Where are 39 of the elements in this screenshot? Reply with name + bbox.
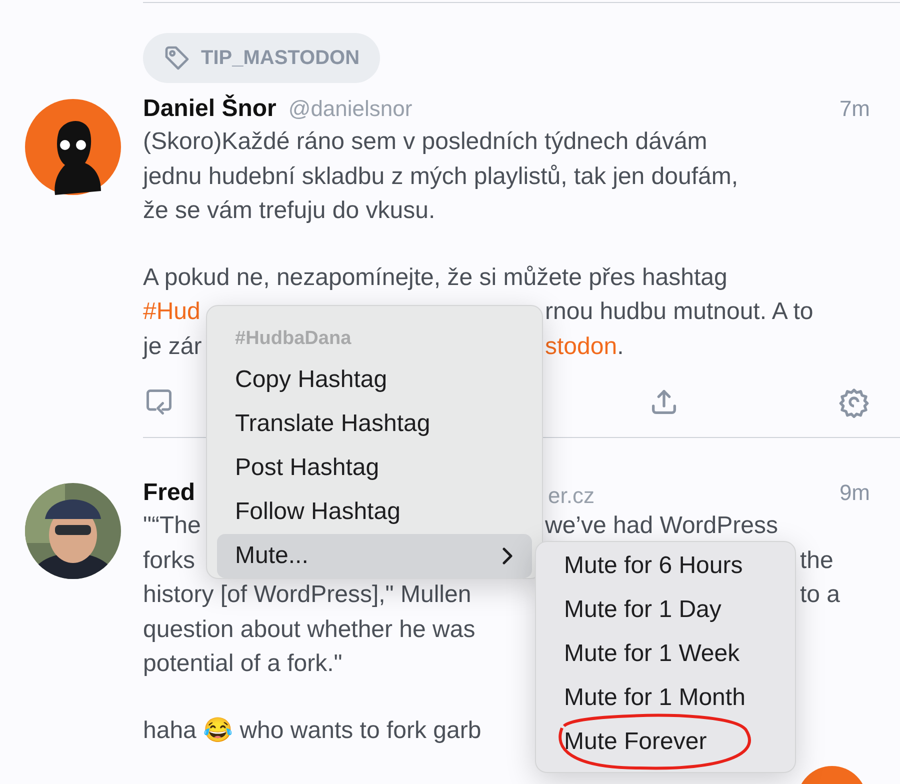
post-text: (Skoro)Každé ráno sem v posledních týdnech dávám [143, 128, 708, 155]
post-text: to a [800, 581, 840, 608]
reply-icon[interactable] [144, 387, 174, 417]
post-text: stodon. [545, 332, 624, 360]
post-text: že se vám trefuju do vkusu. [143, 197, 436, 224]
post-text: forks [143, 546, 196, 574]
post-text: history [of WordPress]," Mullen [143, 581, 472, 608]
post-text: je zár [143, 332, 202, 360]
post-text: jednu hudební skladbu z mých playlistů, tak jen doufám, [143, 162, 738, 190]
post-text: "“The [143, 512, 201, 539]
author-handle: er.cz [548, 482, 594, 510]
author-name[interactable]: Daniel Šnor [143, 91, 276, 127]
menu-item[interactable]: Post Hashtag [217, 446, 532, 490]
menu-item[interactable]: Follow Hashtag [217, 490, 532, 534]
menu-item[interactable]: Mute for 1 Month [564, 680, 746, 716]
menu-header: #HudbaDana [234, 327, 352, 351]
author-name[interactable]: Fred [143, 475, 196, 511]
post-text: potential of a fork." [143, 650, 342, 677]
chevron-icon [500, 546, 514, 566]
post-text: A pokud ne, nezapomínejte, že si můžete přes hashtag [143, 264, 728, 290]
tag-icon [163, 44, 191, 72]
post-text: we’ve had WordPress [545, 512, 778, 539]
menu-item[interactable]: Mute... [217, 534, 532, 578]
avatar[interactable] [25, 99, 121, 195]
post-text: question about whether he was [143, 616, 476, 642]
post-text: haha 😂 who wants to fork garb [143, 716, 482, 744]
menu-item[interactable]: Translate Hashtag [217, 402, 532, 446]
author-handle: @danielsnor [288, 95, 412, 123]
menu-item[interactable]: Mute for 6 Hours [564, 548, 743, 584]
post-text: #Hud [143, 298, 200, 325]
menu-item[interactable]: Copy Hashtag [217, 358, 532, 402]
post-text: the [800, 546, 834, 574]
post-time: 9m [839, 479, 870, 507]
menu-item[interactable]: Mute for 1 Week [564, 636, 740, 672]
menu-item[interactable]: Mute Forever [564, 724, 707, 760]
post-time: 7m [839, 95, 870, 123]
menu-item[interactable]: Mute for 1 Day [564, 592, 722, 628]
post-text: rnou hudbu mutnout. A to [545, 298, 814, 325]
settings-icon[interactable] [838, 386, 870, 418]
